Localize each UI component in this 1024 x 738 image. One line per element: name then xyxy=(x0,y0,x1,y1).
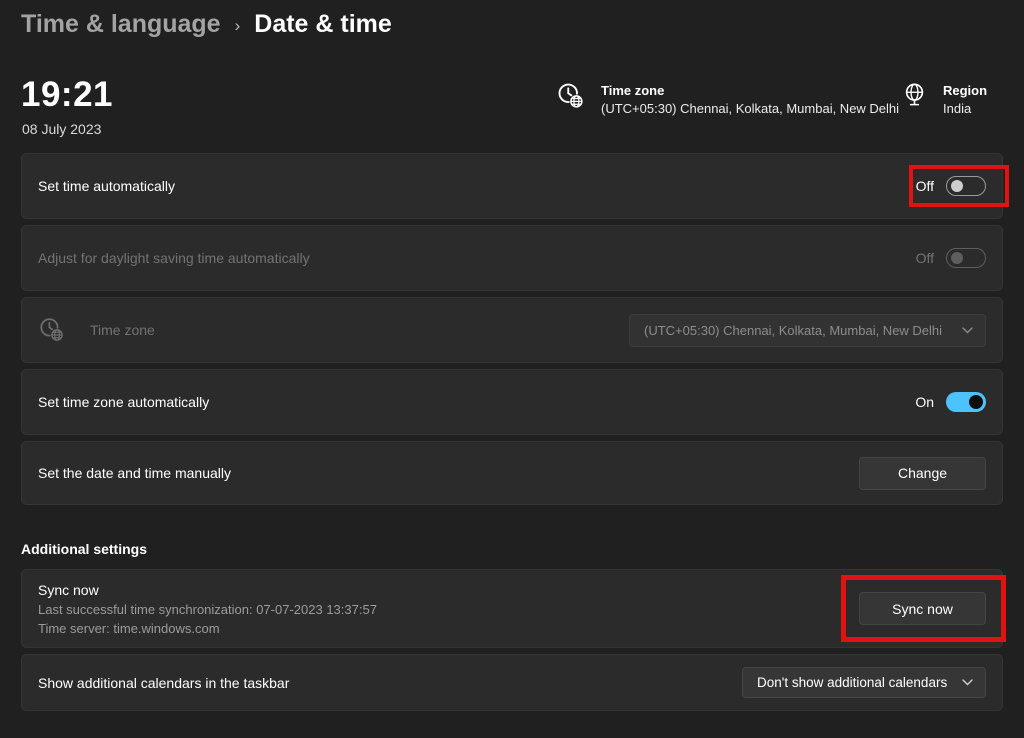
additional-calendars-selected: Don't show additional calendars xyxy=(757,675,947,690)
page-title: Date & time xyxy=(254,10,392,39)
sync-now-button[interactable]: Sync now xyxy=(859,592,986,625)
time-zone-selected: (UTC+05:30) Chennai, Kolkata, Mumbai, Ne… xyxy=(644,323,942,338)
set-time-zone-automatically-state: On xyxy=(915,394,934,410)
daylight-saving-label: Adjust for daylight saving time automati… xyxy=(38,250,310,266)
set-time-automatically-label: Set time automatically xyxy=(38,178,175,194)
change-button[interactable]: Change xyxy=(859,457,986,490)
row-set-date-time-manually: Set the date and time manually Change xyxy=(21,441,1003,505)
hero-region-label: Region xyxy=(943,83,987,98)
hero-region: Region India xyxy=(901,81,987,116)
sync-now-label: Sync now xyxy=(38,582,377,598)
chevron-right-icon: › xyxy=(235,16,241,36)
chevron-down-icon xyxy=(962,327,973,334)
current-date: 08 July 2023 xyxy=(22,121,101,137)
daylight-saving-state: Off xyxy=(916,250,934,266)
time-zone-dropdown: (UTC+05:30) Chennai, Kolkata, Mumbai, Ne… xyxy=(629,314,986,347)
settings-list: Set time automatically Off Adjust for da… xyxy=(21,153,1003,717)
hero-time-zone-label: Time zone xyxy=(601,83,899,98)
set-time-automatically-toggle[interactable] xyxy=(946,176,986,196)
set-date-time-manually-label: Set the date and time manually xyxy=(38,465,231,481)
additional-calendars-dropdown[interactable]: Don't show additional calendars xyxy=(742,667,986,698)
breadcrumb-parent[interactable]: Time & language xyxy=(21,10,221,39)
set-time-automatically-state: Off xyxy=(916,178,934,194)
hero-time-zone-value: (UTC+05:30) Chennai, Kolkata, Mumbai, Ne… xyxy=(601,101,899,116)
clock-globe-icon xyxy=(556,81,586,116)
current-time: 19:21 xyxy=(21,75,113,115)
row-sync-now: Sync now Last successful time synchroniz… xyxy=(21,569,1003,648)
hero-region-value: India xyxy=(943,101,987,116)
row-time-zone: Time zone (UTC+05:30) Chennai, Kolkata, … xyxy=(21,297,1003,363)
last-sync-text: Last successful time synchronization: 07… xyxy=(38,602,377,617)
time-zone-label: Time zone xyxy=(90,322,155,338)
row-additional-calendars: Show additional calendars in the taskbar… xyxy=(21,654,1003,711)
breadcrumb: Time & language › Date & time xyxy=(21,10,392,39)
hero-time-zone: Time zone (UTC+05:30) Chennai, Kolkata, … xyxy=(556,81,899,116)
set-time-zone-automatically-toggle[interactable] xyxy=(946,392,986,412)
chevron-down-icon xyxy=(962,679,973,686)
clock-globe-icon xyxy=(38,316,66,344)
additional-calendars-label: Show additional calendars in the taskbar xyxy=(38,675,289,691)
row-daylight-saving: Adjust for daylight saving time automati… xyxy=(21,225,1003,291)
section-title-additional-settings: Additional settings xyxy=(21,541,1003,557)
row-set-time-automatically: Set time automatically Off xyxy=(21,153,1003,219)
daylight-saving-toggle xyxy=(946,248,986,268)
row-set-time-zone-automatically: Set time zone automatically On xyxy=(21,369,1003,435)
time-server-text: Time server: time.windows.com xyxy=(38,621,377,636)
globe-icon xyxy=(901,81,928,116)
set-time-zone-automatically-label: Set time zone automatically xyxy=(38,394,209,410)
